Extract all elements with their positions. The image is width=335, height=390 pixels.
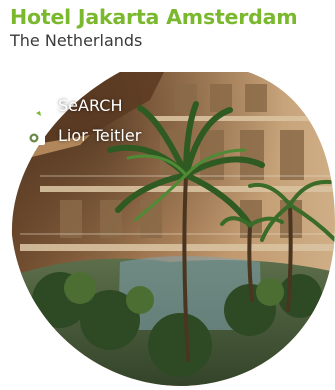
hotel-atrium-photo bbox=[11, 72, 335, 386]
architect-name: SeARCH bbox=[58, 96, 123, 115]
camera-icon bbox=[22, 125, 46, 147]
photographer-name: Lior Teitler bbox=[58, 126, 142, 145]
architect-credit: SeARCH bbox=[22, 95, 122, 117]
pencil-icon bbox=[22, 95, 46, 117]
page: Hotel Jakarta Amsterdam The Netherlands bbox=[0, 0, 335, 390]
photographer-credit: Lior Teitler bbox=[22, 125, 141, 147]
